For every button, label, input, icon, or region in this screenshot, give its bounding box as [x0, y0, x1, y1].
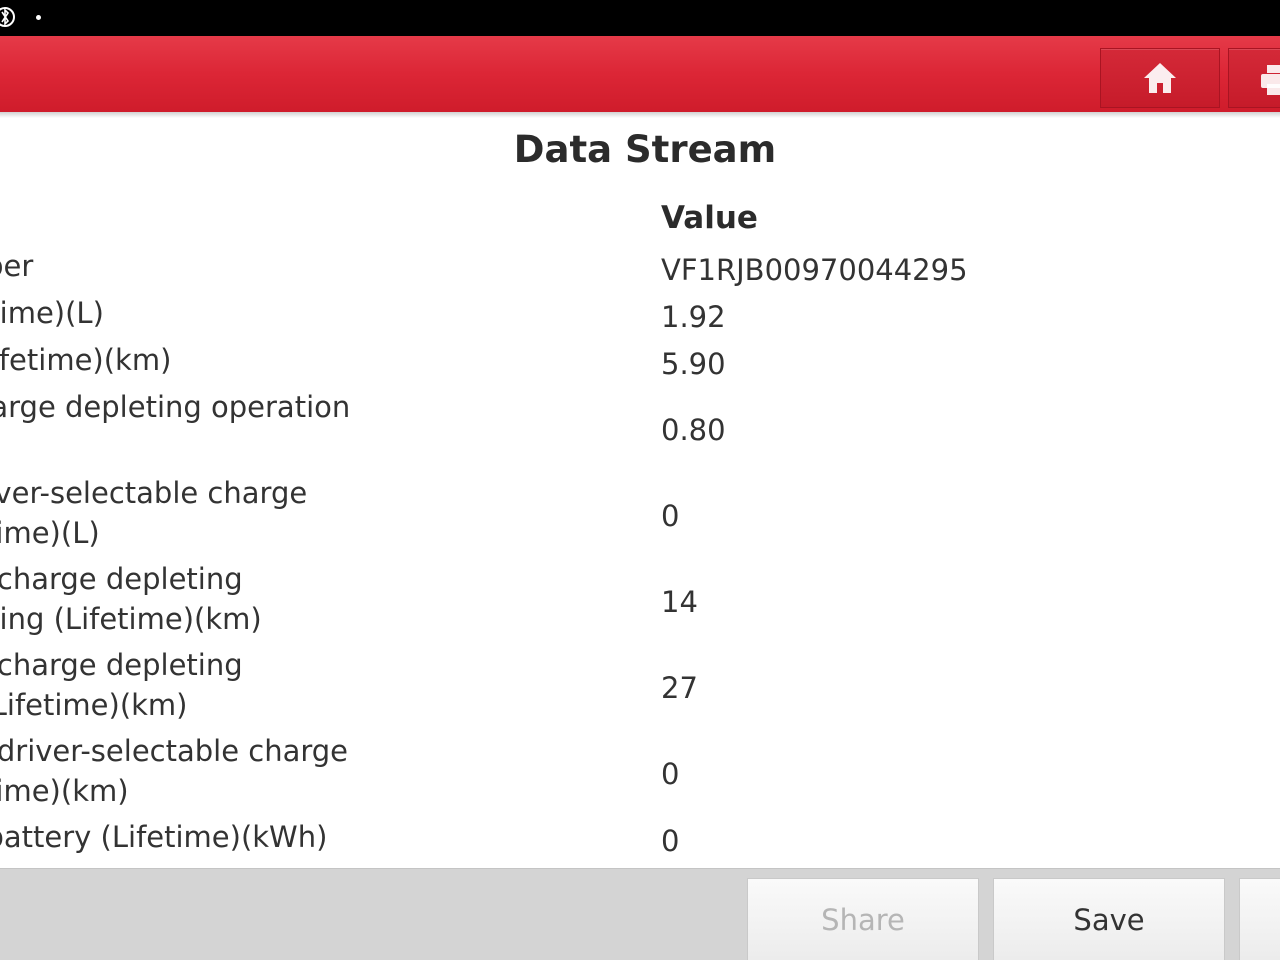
screen: Data Stream Value dentification Number VF…	[0, 0, 1280, 960]
table-row[interactable]: stance traveled in driver-selectable cha…	[0, 731, 1280, 817]
print-icon	[1261, 65, 1280, 95]
page-title: Data Stream	[513, 128, 777, 171]
bluetooth-icon	[0, 7, 15, 27]
row-value: 0	[661, 823, 680, 858]
row-name-line: e)(L)	[0, 427, 626, 467]
table-row[interactable]: stance Traveled (Lifetime)(km) 5.90	[0, 340, 1280, 387]
table-row[interactable]: el consumed in driver-selectable charge n…	[0, 473, 1280, 559]
table-row[interactable]: stance traveled in charge depleting n wit…	[0, 645, 1280, 731]
row-name-line: ng operation (Lifetime)(km)	[0, 774, 129, 808]
row-value: 1.92	[661, 299, 726, 334]
more-button[interactable]	[1239, 878, 1280, 960]
row-name-line: n with engine running (Lifetime)(km)	[0, 602, 262, 636]
row-name: el consumed in driver-selectable charge n…	[0, 473, 626, 559]
row-value: 27	[661, 671, 698, 705]
value-column-header: Value	[661, 200, 758, 236]
print-button[interactable]	[1228, 48, 1280, 108]
table-row[interactable]: el consumed in charge depleting operatio…	[0, 387, 1280, 473]
row-name: stance traveled in charge depleting n wit…	[0, 559, 626, 645]
table-row[interactable]: d energy into the battery (Lifetime)(kWh…	[0, 817, 1280, 864]
row-name-line: el Consumed (Lifetime)(L)	[0, 296, 104, 330]
status-dot	[36, 15, 41, 20]
share-button[interactable]: Share	[747, 878, 979, 960]
table-row[interactable]: stance traveled in charge depleting n wit…	[0, 559, 1280, 645]
status-bar	[0, 0, 1280, 36]
row-name: stance traveled in charge depleting n wit…	[0, 645, 626, 731]
row-value: 14	[661, 585, 698, 619]
app-header	[0, 36, 1280, 112]
row-name-line: dentification Number	[0, 249, 34, 283]
row-value: VF1RJB00970044295	[661, 252, 968, 287]
row-name-line: n with engine off (Lifetime)(km)	[0, 688, 188, 722]
row-value: 0	[661, 757, 680, 791]
row-name-line: stance traveled in charge depleting	[0, 562, 243, 596]
home-button[interactable]	[1100, 48, 1220, 108]
row-name-line: ng operation (Lifetime)(L)	[0, 516, 100, 550]
row-value: 0	[661, 499, 680, 533]
row-name: d energy into the battery (Lifetime)(kWh…	[0, 817, 626, 864]
row-name: dentification Number	[0, 246, 626, 293]
home-icon	[1144, 63, 1176, 93]
header-shadow	[0, 112, 1280, 118]
row-name: stance traveled in driver-selectable cha…	[0, 731, 626, 817]
row-name-line: el consumed in charge depleting operatio…	[0, 390, 351, 424]
save-button[interactable]: Save	[993, 878, 1225, 960]
row-name: el consumed in charge depleting operatio…	[0, 387, 626, 473]
row-name-line: stance traveled in charge depleting	[0, 648, 243, 682]
row-name-line: stance traveled in driver-selectable cha…	[0, 734, 349, 768]
table-row[interactable]: el Consumed (Lifetime)(L) 1.92	[0, 293, 1280, 340]
row-value: 5.90	[661, 346, 726, 381]
row-name-line: d energy into the battery (Lifetime)(kWh…	[0, 820, 328, 854]
row-name: stance Traveled (Lifetime)(km)	[0, 340, 626, 387]
table-row[interactable]: dentification Number VF1RJB00970044295	[0, 246, 1280, 293]
row-name-line: stance Traveled (Lifetime)(km)	[0, 343, 172, 377]
row-value: 0.80	[661, 413, 726, 447]
row-name-line: el consumed in driver-selectable charge	[0, 476, 308, 510]
row-name: el Consumed (Lifetime)(L)	[0, 293, 626, 340]
data-stream-table: Value dentification Number VF1RJB00970044…	[0, 194, 1280, 868]
